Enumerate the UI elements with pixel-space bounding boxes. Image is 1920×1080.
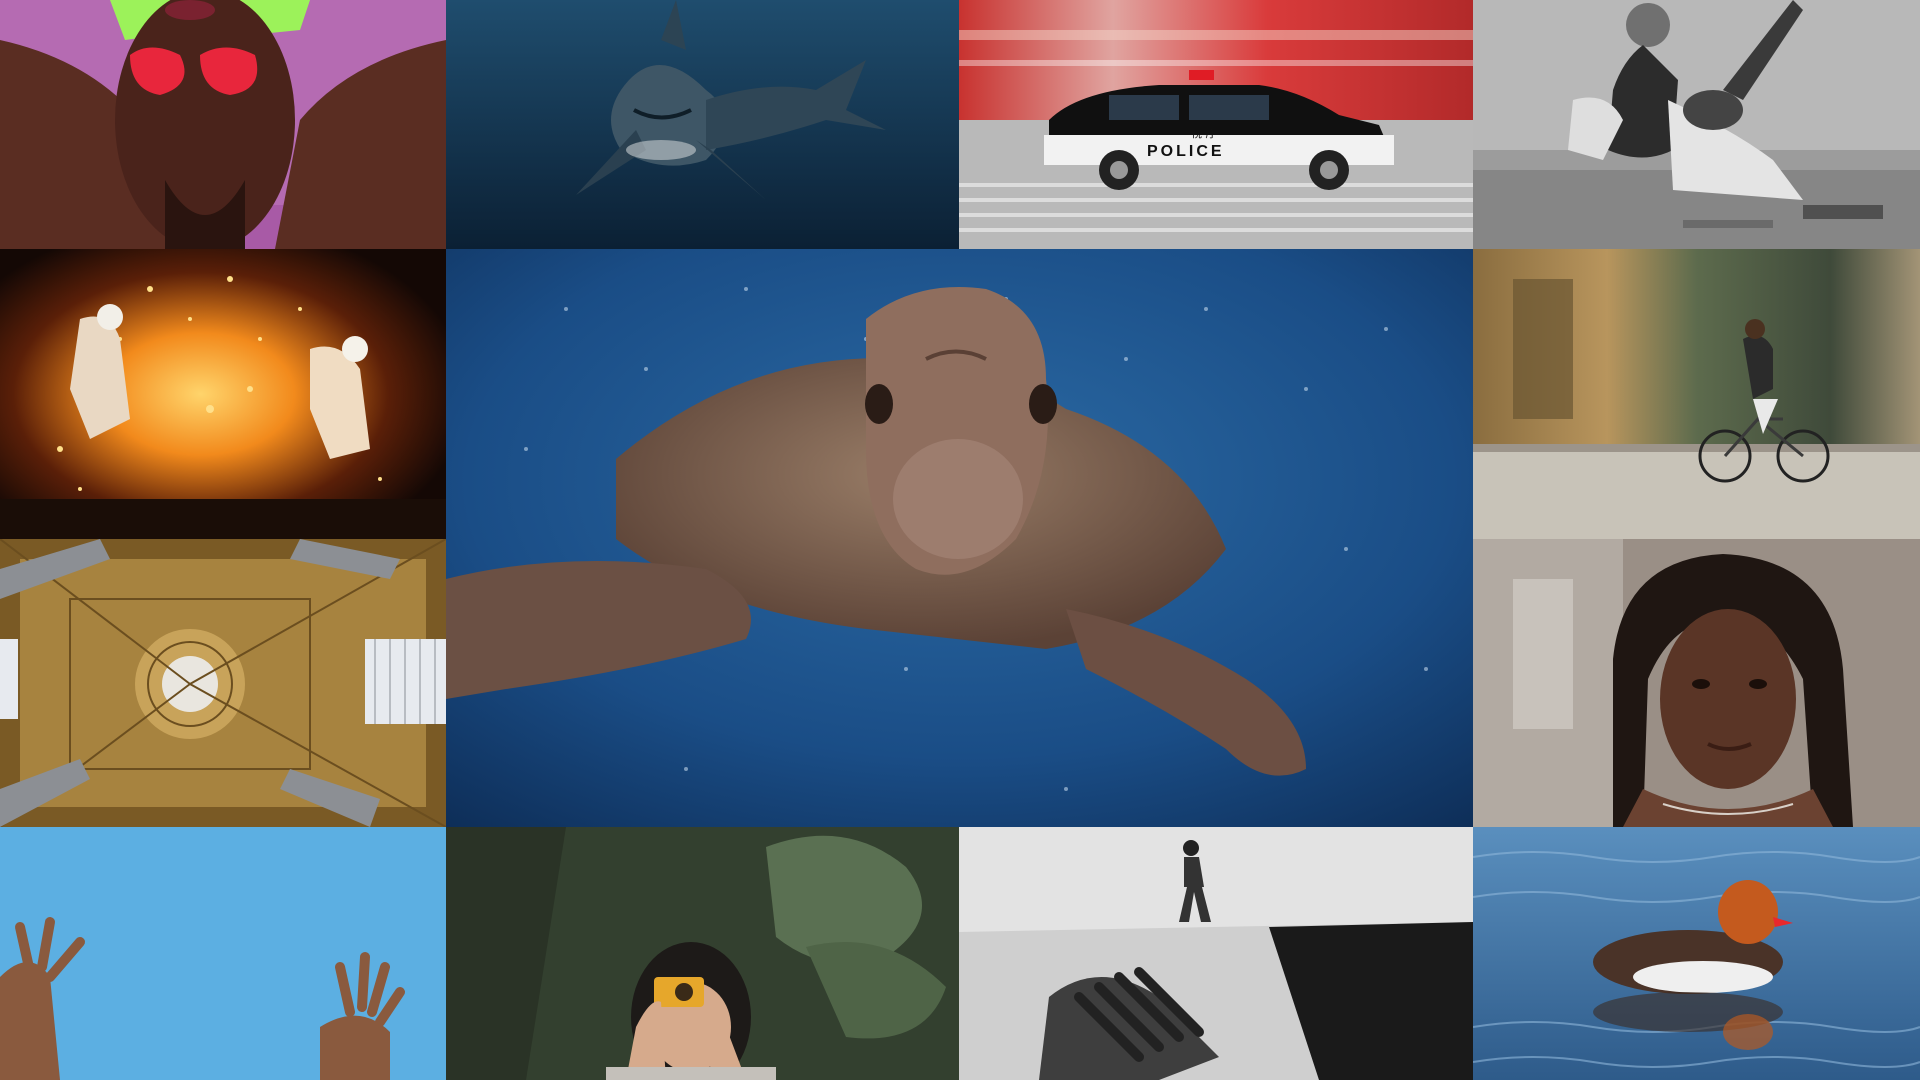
photo-hands-sky [0,827,446,1080]
tile-street-musician[interactable] [1473,0,1920,249]
photo-woman-heart-glasses [0,0,446,249]
photo-mosaic-grid: POLICE 視 庁 [0,0,1920,1080]
tile-woman-camera-jungle[interactable] [446,827,959,1080]
tile-sea-turtle-featured[interactable] [446,249,1473,827]
tile-skater-bw[interactable] [959,827,1473,1080]
tile-shark[interactable] [446,0,959,249]
photo-ornate-ceiling [0,539,446,827]
tile-portrait-braids[interactable] [1473,539,1920,827]
photo-portrait-braids [1473,539,1920,827]
tile-police-car[interactable]: POLICE 視 庁 [959,0,1473,249]
police-door-kanji: 視 庁 [1191,126,1217,140]
police-door-text: POLICE [1147,143,1225,160]
photo-woman-camera-jungle [446,827,959,1080]
photo-shark [446,0,959,249]
tile-hands-sky[interactable] [0,827,446,1080]
photo-police-car: POLICE 視 庁 [959,0,1473,249]
tile-ornate-ceiling[interactable] [0,539,446,827]
tile-blacksmith-sparks[interactable] [0,249,446,539]
photo-blacksmith-sparks [0,249,446,539]
photo-cyclist [1473,249,1920,539]
photo-sea-turtle [446,249,1473,827]
photo-skater-bw [959,827,1473,1080]
tile-duck-water[interactable] [1473,827,1920,1080]
tile-woman-heart-glasses[interactable] [0,0,446,249]
tile-cyclist[interactable] [1473,249,1920,539]
photo-street-musician-bw [1473,0,1920,249]
photo-duck-water [1473,827,1920,1080]
